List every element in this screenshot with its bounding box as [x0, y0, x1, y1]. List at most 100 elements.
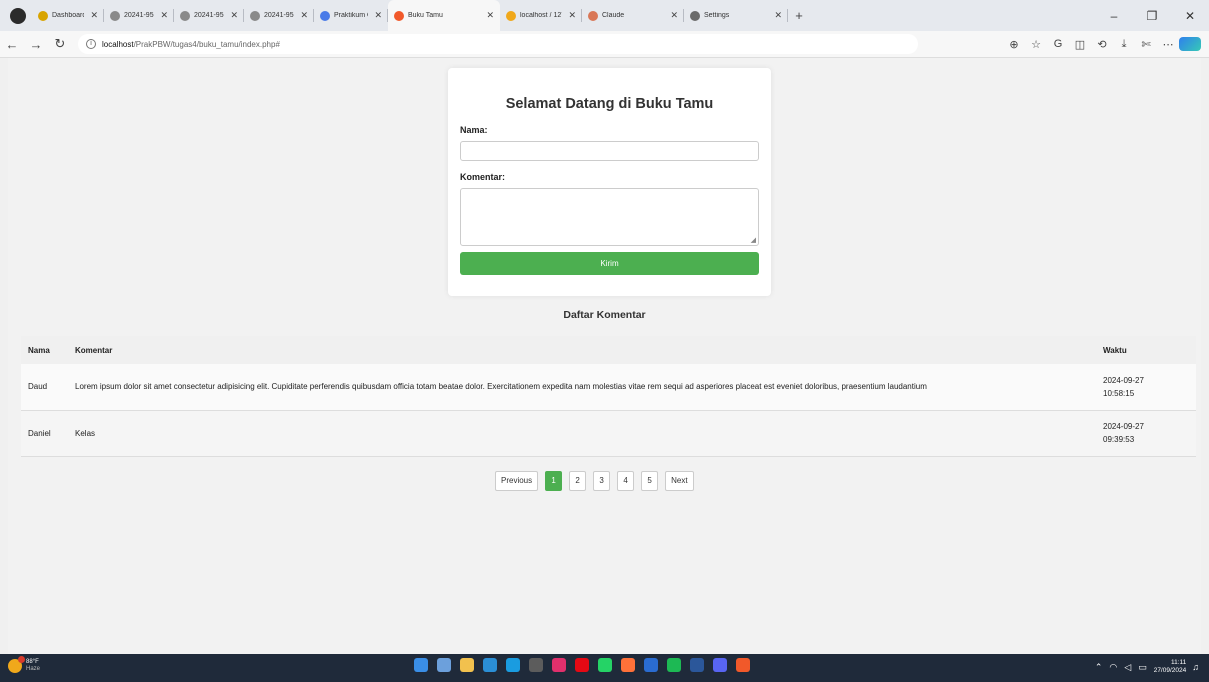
page-5-button[interactable]: 5	[641, 471, 659, 491]
tab-close-icon[interactable]: ✕	[154, 10, 168, 21]
next-button[interactable]: Next	[665, 471, 694, 491]
discord-icon[interactable]	[713, 658, 727, 672]
guestbook-form: Selamat Datang di Buku Tamu Nama: Koment…	[448, 68, 771, 296]
edge-icon[interactable]	[506, 658, 520, 672]
battery-icon[interactable]: ▭	[1138, 662, 1147, 673]
weather-sun-icon	[8, 656, 25, 673]
task-view-icon[interactable]	[437, 658, 451, 672]
split-screen-icon[interactable]: ◫	[1069, 38, 1091, 51]
system-tray: ⌃ ◠ ◁ ▭ 11:11 27/09/2024 ♫	[1095, 659, 1199, 675]
browser-tab[interactable]: Praktikum OOP PDO✕	[314, 0, 388, 31]
tab-title: Dashboard - NEO SII	[52, 12, 85, 19]
tab-title: 20241-95-14554003	[124, 12, 154, 19]
page-4-button[interactable]: 4	[617, 471, 635, 491]
firefox-icon[interactable]	[621, 658, 635, 672]
history-icon[interactable]: ⟲	[1091, 38, 1113, 51]
header-komentar: Komentar	[68, 336, 1096, 364]
terminal-icon[interactable]	[529, 658, 543, 672]
chevron-up-icon[interactable]: ⌃	[1095, 662, 1103, 673]
tab-close-icon[interactable]: ✕	[562, 10, 576, 21]
xampp-icon[interactable]	[736, 658, 750, 672]
back-icon[interactable]: ←	[0, 37, 24, 52]
volume-icon[interactable]: ◁	[1124, 662, 1131, 673]
word-icon[interactable]	[690, 658, 704, 672]
browser-tab[interactable]: Settings ✕	[684, 0, 788, 31]
cell-waktu: 2024-09-27 09:39:53	[1096, 410, 1196, 457]
nama-input[interactable]	[460, 141, 759, 161]
restore-icon[interactable]: ❐	[1133, 9, 1171, 23]
instagram-icon[interactable]	[552, 658, 566, 672]
site-info-icon[interactable]: i	[86, 39, 96, 49]
address-bar-row: ← → ↻ i localhost/PrakPBW/tugas4/buku_ta…	[0, 31, 1209, 58]
file-explorer-icon[interactable]	[460, 658, 474, 672]
zoom-icon[interactable]: ⊕	[1003, 38, 1025, 51]
page-1-button[interactable]: 1	[545, 471, 563, 491]
whatsapp-icon[interactable]	[598, 658, 612, 672]
app-icon[interactable]	[644, 658, 658, 672]
page-2-button[interactable]: 2	[569, 471, 587, 491]
spotify-icon[interactable]	[667, 658, 681, 672]
start-menu-icon[interactable]	[414, 658, 428, 672]
new-tab-button[interactable]: +	[788, 8, 810, 23]
url-input[interactable]: i localhost/PrakPBW/tugas4/buku_tamu/ind…	[78, 34, 918, 54]
comment-list-title: Daftar Komentar	[563, 309, 646, 321]
weather-condition: Haze	[26, 666, 41, 672]
header-nama: Nama	[21, 336, 68, 364]
minimize-icon[interactable]: –	[1095, 9, 1133, 23]
taskbar-apps	[414, 658, 750, 672]
clock-date: 27/09/2024	[1153, 667, 1187, 674]
netflix-icon[interactable]	[575, 658, 589, 672]
cell-komentar: Kelas	[68, 410, 1096, 457]
browser-tab[interactable]: 20241-95-14554003✕	[244, 0, 314, 31]
page-3-button[interactable]: 3	[593, 471, 611, 491]
copilot-icon[interactable]	[1179, 37, 1201, 51]
tab-close-icon[interactable]: ✕	[664, 10, 678, 21]
browser-tab[interactable]: localhost / 127.0.0.1✕	[500, 0, 582, 31]
reload-icon[interactable]: ↻	[48, 36, 72, 52]
close-window-icon[interactable]: ✕	[1171, 9, 1209, 23]
favorite-star-icon[interactable]: ☆	[1025, 38, 1047, 51]
clock[interactable]: 11:11 27/09/2024	[1154, 659, 1187, 675]
downloads-icon[interactable]: ⤓	[1113, 38, 1135, 51]
more-menu-icon[interactable]: ⋯	[1157, 38, 1179, 51]
pagination: Previous 1 2 3 4 5 Next	[495, 471, 694, 491]
tab-list: Dashboard - NEO SII✕20241-95-14554003✕20…	[32, 0, 788, 31]
notification-bell-icon[interactable]: ♫	[1192, 662, 1199, 672]
tab-close-icon[interactable]: ✕	[768, 10, 782, 21]
tab-close-icon[interactable]: ✕	[368, 10, 382, 21]
tab-title: Claude	[602, 12, 625, 19]
weather-widget[interactable]: 88°F Haze	[8, 656, 41, 673]
waktu-time: 09:39:53	[1103, 435, 1135, 444]
resize-handle-icon[interactable]: ◢	[751, 236, 756, 244]
kirim-button[interactable]: Kirim	[460, 252, 759, 275]
tab-close-icon[interactable]: ✕	[84, 10, 98, 21]
browser-tab[interactable]: 20241-95-14554003✕	[104, 0, 174, 31]
komentar-textarea[interactable]: ◢	[460, 188, 759, 246]
taskbar: 88°F Haze ⌃ ◠ ◁ ▭ 11:11 27/09/2024 ♫	[0, 654, 1209, 682]
tab-favicon-icon	[110, 10, 120, 21]
table-row: Daniel Kelas 2024-09-27 09:39:53	[21, 410, 1196, 457]
forward-icon[interactable]: →	[24, 37, 48, 52]
vscode-icon[interactable]	[483, 658, 497, 672]
waktu-date: 2024-09-27	[1103, 422, 1144, 431]
previous-button[interactable]: Previous	[495, 471, 539, 491]
refresh-extension-icon[interactable]: G	[1047, 38, 1069, 50]
browser-tab[interactable]: Dashboard - NEO SII✕	[32, 0, 104, 31]
tab-favicon-icon	[394, 10, 404, 21]
browser-tab[interactable]: 20241-95-14554003✕	[174, 0, 244, 31]
browser-tab[interactable]: Buku Tamu ✕	[388, 0, 500, 31]
url-host: localhost	[102, 39, 134, 49]
komentar-label: Komentar:	[460, 172, 506, 182]
profile-avatar-icon[interactable]	[10, 7, 26, 24]
wifi-icon[interactable]: ◠	[1109, 662, 1117, 673]
extensions-icon[interactable]: ✄	[1135, 38, 1157, 51]
tab-close-icon[interactable]: ✕	[480, 10, 494, 21]
tab-title: 20241-95-14554003	[264, 12, 294, 19]
cell-komentar: Lorem ipsum dolor sit amet consectetur a…	[68, 364, 1096, 411]
notification-badge-icon	[18, 656, 25, 663]
browser-tab-strip: Dashboard - NEO SII✕20241-95-14554003✕20…	[0, 0, 1209, 31]
browser-tab[interactable]: Claude ✕	[582, 0, 684, 31]
tab-close-icon[interactable]: ✕	[294, 10, 308, 21]
url-path: /PrakPBW/tugas4/buku_tamu/index.php#	[133, 39, 280, 49]
tab-close-icon[interactable]: ✕	[224, 10, 238, 21]
